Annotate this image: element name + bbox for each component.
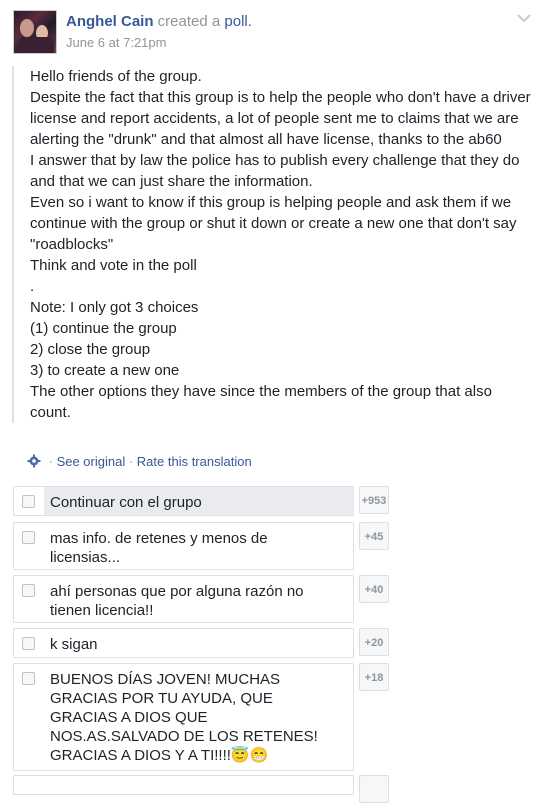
post-body-paragraph: .: [30, 278, 35, 295]
post-body-paragraph: Note: I only got 3 choices: [30, 299, 199, 316]
post-body-paragraph: Think and vote in the poll: [30, 257, 197, 274]
poll-option-vote-count[interactable]: +40: [359, 575, 389, 603]
post-body-paragraph: Despite the fact that this group is to h…: [30, 89, 531, 148]
post-body-paragraph: 2) close the group: [30, 341, 151, 358]
post-body-paragraph: (1) continue the group: [30, 320, 177, 337]
gear-icon[interactable]: [27, 454, 41, 468]
post-body-paragraph: I answer that by law the police has to p…: [30, 152, 520, 190]
author-avatar[interactable]: [13, 10, 57, 54]
avatar-photo-face: [20, 19, 34, 37]
poll-option-vote-count[interactable]: +45: [359, 522, 389, 550]
chevron-down-icon[interactable]: [516, 10, 532, 26]
post-header: Anghel Cain created a poll. June 6 at 7:…: [0, 0, 549, 64]
rate-translation-link[interactable]: Rate this translation: [137, 454, 252, 469]
poll-option[interactable]: BUENOS DÍAS JOVEN! MUCHAS GRACIAS POR TU…: [13, 663, 354, 771]
poll-option[interactable]: Continuar con el grupo: [13, 486, 354, 516]
post-action-text: created a: [153, 13, 225, 30]
poll-option-checkbox[interactable]: [22, 637, 35, 650]
poll-option-vote-count[interactable]: +20: [359, 628, 389, 656]
poll-option-checkbox[interactable]: [22, 584, 35, 597]
poll-option-checkbox[interactable]: [22, 531, 35, 544]
post-timestamp[interactable]: June 6 at 7:21pm: [66, 35, 166, 50]
poll-option-label: ahí personas que por alguna razón no tie…: [50, 583, 304, 619]
poll-option[interactable]: k sigan: [13, 628, 354, 658]
poll-option-vote-count[interactable]: +953: [359, 486, 389, 514]
poll-option[interactable]: ahí personas que por alguna razón no tie…: [13, 575, 354, 623]
poll-option-checkbox[interactable]: [22, 495, 35, 508]
avatar-photo-body: [18, 37, 54, 53]
poll-option-label: k sigan: [50, 636, 98, 653]
poll-option-vote-count[interactable]: +18: [359, 663, 389, 691]
poll-link[interactable]: poll.: [224, 13, 252, 30]
post-body: Hello friends of the group. Despite the f…: [12, 66, 532, 423]
post-body-paragraph: The other options they have since the me…: [30, 383, 492, 421]
poll-option-checkbox[interactable]: [22, 672, 35, 685]
poll-option-label: mas info. de retenes y menos de licensia…: [50, 530, 268, 566]
poll-option[interactable]: mas info. de retenes y menos de licensia…: [13, 522, 354, 570]
author-name[interactable]: Anghel Cain: [66, 13, 154, 30]
poll-option[interactable]: [13, 775, 354, 795]
post-body-paragraph: 3) to create a new one: [30, 362, 180, 379]
translation-separator: ·: [45, 454, 57, 469]
poll-option-label: BUENOS DÍAS JOVEN! MUCHAS GRACIAS POR TU…: [50, 671, 318, 764]
poll-option-vote-count[interactable]: [359, 775, 389, 803]
see-original-link[interactable]: See original: [57, 454, 126, 469]
translation-separator: ·: [125, 454, 137, 469]
author-line: Anghel Cain created a poll.: [66, 13, 252, 30]
translation-bar: · See original · Rate this translation: [27, 454, 252, 469]
poll-option-label: Continuar con el grupo: [50, 494, 202, 511]
post-body-paragraph: Even so i want to know if this group is …: [30, 194, 517, 253]
post-body-paragraph: Hello friends of the group.: [30, 68, 202, 85]
